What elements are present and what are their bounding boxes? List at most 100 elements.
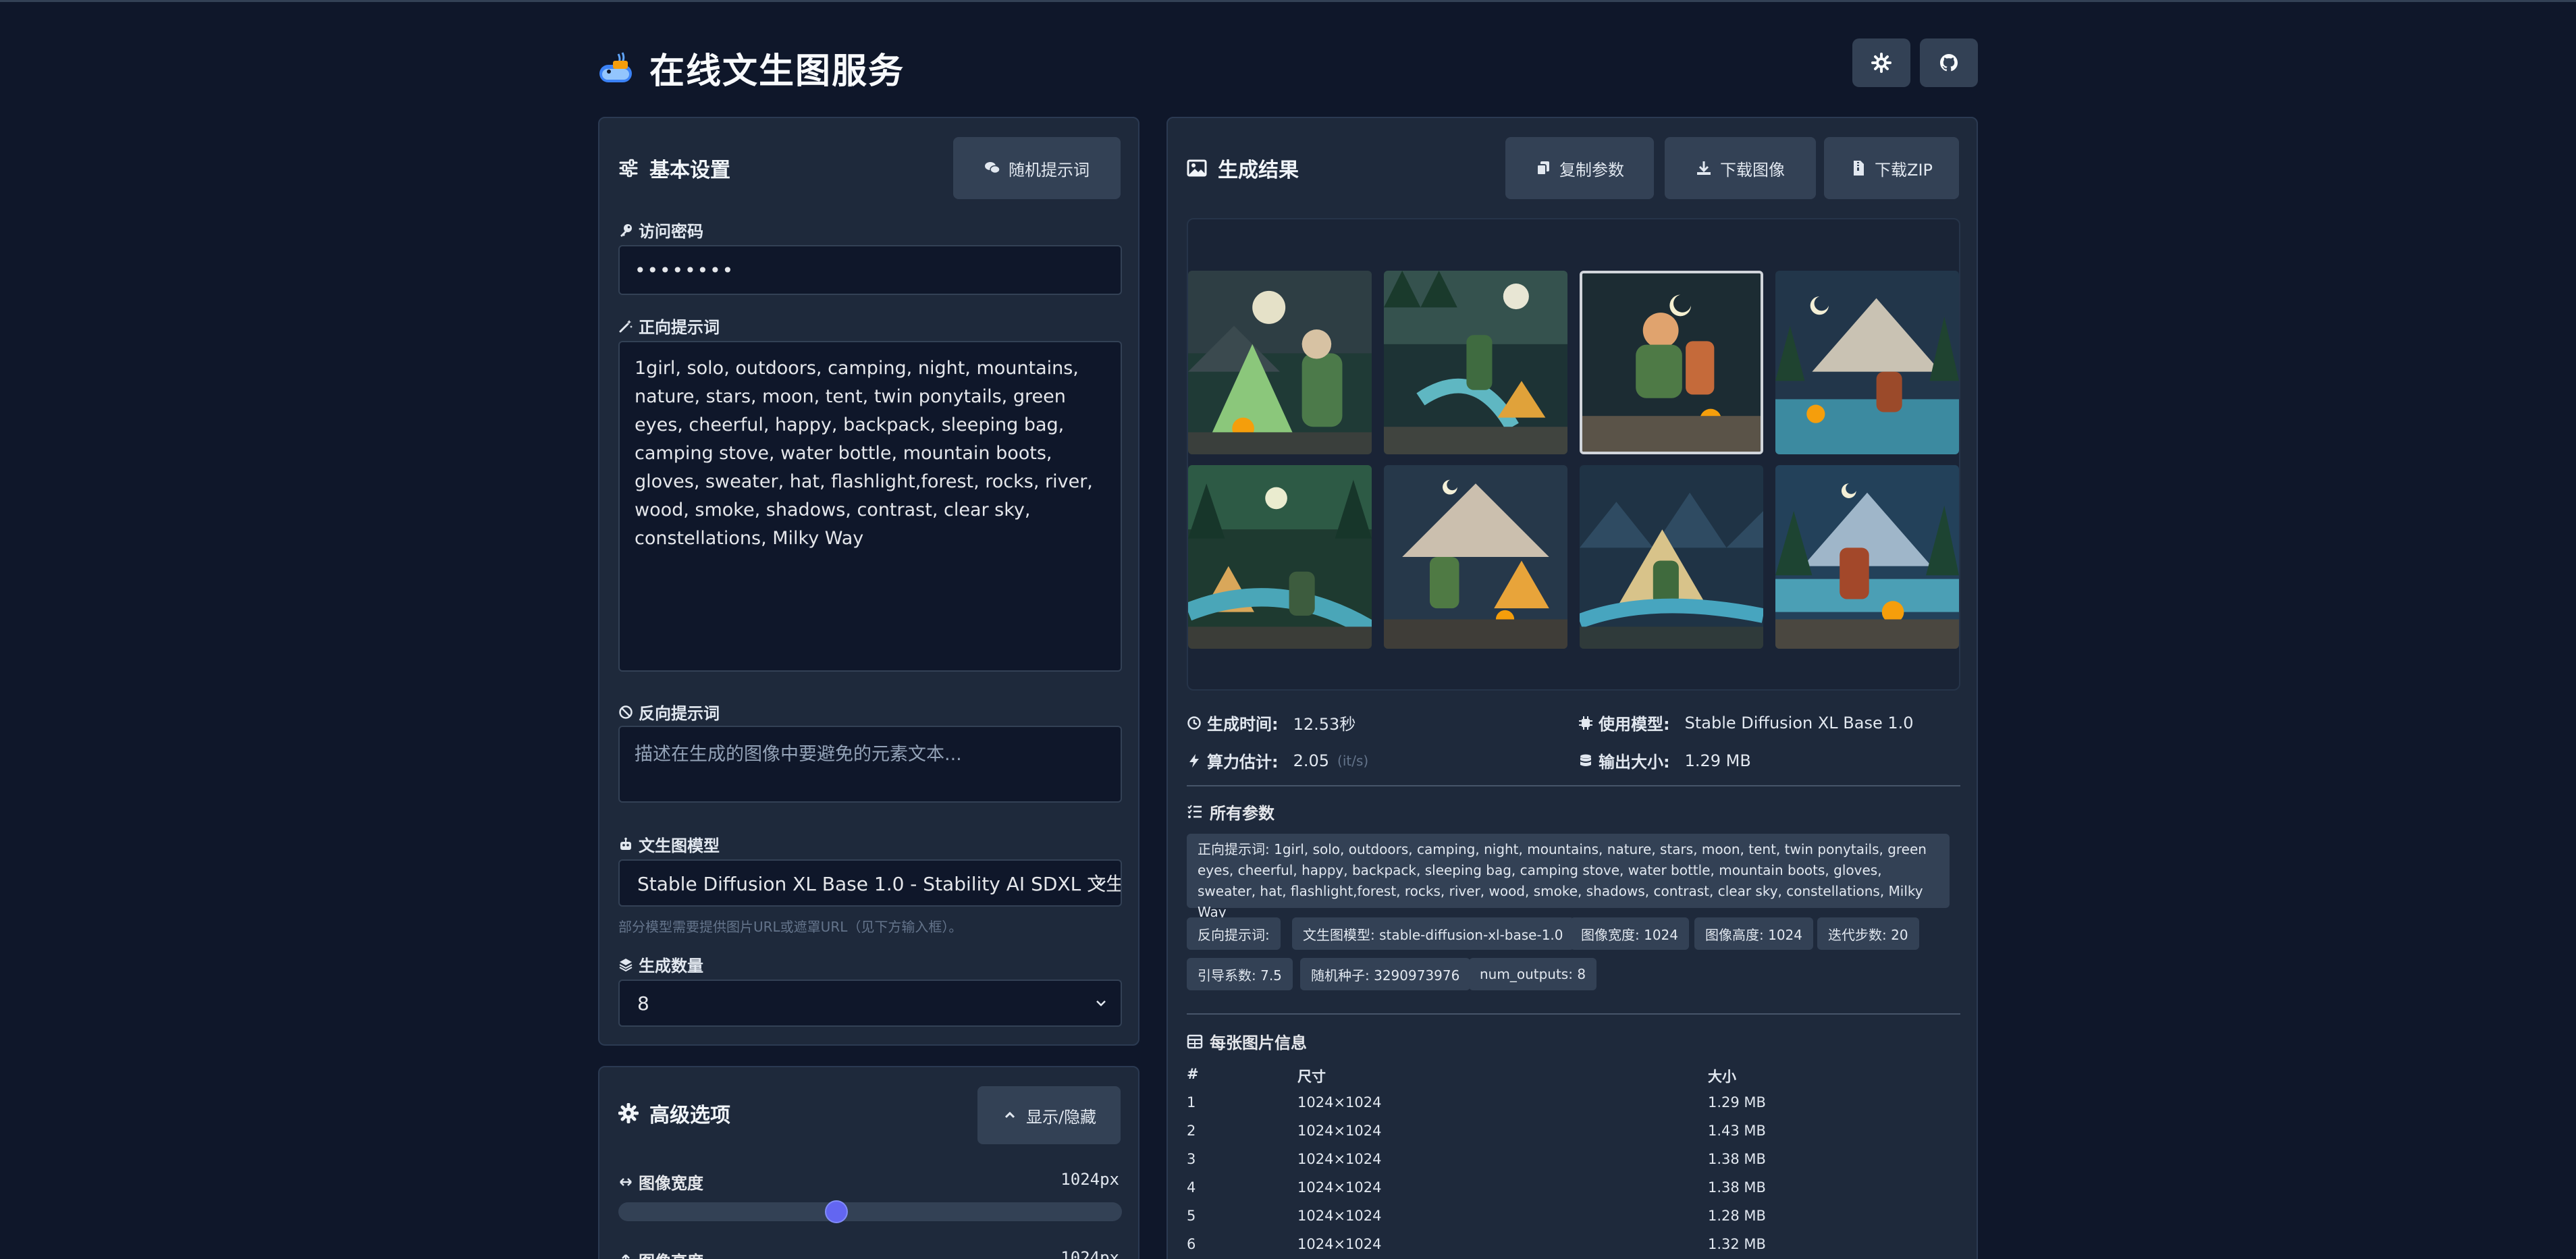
table-cell: 1.29 MB	[1708, 1094, 1766, 1110]
gallery-image-5[interactable]	[1188, 465, 1372, 649]
advanced-options-title: 高级选项	[649, 1104, 730, 1127]
basic-settings-header: 基本设置	[618, 153, 730, 183]
gallery-image-1[interactable]	[1188, 271, 1372, 454]
brand: 在线文生图服务	[598, 43, 905, 93]
table-cell: 1024×1024	[1297, 1208, 1382, 1224]
param-chip: 迭代步数: 20	[1817, 917, 1919, 950]
table-cell: 6	[1187, 1236, 1196, 1252]
gallery-image-2[interactable]	[1384, 271, 1567, 454]
clock-icon	[1187, 716, 1201, 730]
model-select[interactable]: Stable Diffusion XL Base 1.0 - Stability…	[618, 859, 1122, 907]
param-chip: 文生图模型: stable-diffusion-xl-base-1.0	[1292, 917, 1574, 950]
random-prompt-label: 随机提示词	[1009, 160, 1090, 180]
camp-scene-image	[1582, 273, 1761, 452]
positive-prompt-textarea[interactable]: 1girl, solo, outdoors, camping, night, m…	[618, 341, 1122, 672]
stat-model-key: 使用模型:	[1578, 711, 1670, 734]
download-zip-button[interactable]: 下载ZIP	[1824, 137, 1959, 199]
random-prompt-button[interactable]: 随机提示词	[953, 137, 1121, 199]
table-cell: 3	[1187, 1151, 1196, 1167]
database-icon	[1580, 754, 1591, 766]
app-title: 在线文生图服务	[649, 51, 905, 92]
ban-icon	[619, 705, 633, 719]
download-icon	[1697, 161, 1711, 175]
copy-icon	[1536, 161, 1549, 176]
magic-wand-icon	[619, 319, 633, 332]
gallery-image-7[interactable]	[1580, 465, 1763, 649]
table-cell: 1.32 MB	[1708, 1236, 1766, 1252]
chat-bubbles-icon	[985, 162, 1000, 174]
table-cell: 1024×1024	[1297, 1151, 1382, 1167]
password-input[interactable]: ••••••••	[618, 245, 1122, 295]
chip-icon	[1579, 716, 1592, 730]
table-header-dimensions: 尺寸	[1297, 1069, 1326, 1085]
param-chip: 图像宽度: 1024	[1570, 917, 1689, 950]
arrows-horizontal-icon	[620, 1177, 632, 1186]
negative-prompt-label: 反向提示词	[618, 700, 720, 724]
camp-scene-image	[1188, 271, 1372, 454]
table-cell: 1024×1024	[1297, 1123, 1382, 1139]
gallery-image-8[interactable]	[1775, 465, 1959, 649]
count-label-text: 生成数量	[639, 957, 703, 975]
height-label-text: 图像高度	[639, 1248, 703, 1259]
divider	[1187, 785, 1960, 786]
github-button[interactable]	[1920, 38, 1978, 87]
negative-prompt-textarea[interactable]: 描述在生成的图像中要避免的元素文本...	[618, 726, 1122, 803]
per-image-title: 每张图片信息	[1210, 1034, 1307, 1052]
stat-power-value: 2.05	[1293, 751, 1330, 770]
image-gallery	[1187, 218, 1960, 691]
download-image-button[interactable]: 下载图像	[1665, 137, 1816, 199]
copy-params-label: 复制参数	[1559, 160, 1624, 180]
camp-scene-image	[1775, 271, 1959, 454]
theme-settings-button[interactable]	[1852, 38, 1910, 87]
download-zip-label: 下载ZIP	[1875, 160, 1933, 180]
camp-scene-image	[1775, 465, 1959, 649]
gallery-image-6[interactable]	[1384, 465, 1567, 649]
width-label-text: 图像宽度	[639, 1174, 703, 1193]
stat-power-key: 算力估计:	[1187, 749, 1279, 772]
count-select[interactable]: 8	[618, 980, 1122, 1027]
width-value: 1024px	[1061, 1170, 1119, 1189]
stat-size-key: 输出大小:	[1578, 749, 1670, 772]
gear-icon	[1871, 53, 1891, 73]
table-cell: 1024×1024	[1297, 1236, 1382, 1252]
table-cell: 1.43 MB	[1708, 1123, 1766, 1139]
key-icon	[620, 223, 632, 237]
stat-time: 生成时间: 12.53秒	[1187, 711, 1356, 734]
params-positive-prompt: 正向提示词: 1girl, solo, outdoors, camping, n…	[1187, 834, 1950, 920]
stat-power-unit: (it/s)	[1337, 752, 1369, 769]
param-chip: 图像高度: 1024	[1694, 917, 1813, 950]
copy-params-button[interactable]: 复制参数	[1505, 137, 1654, 199]
chevron-down-icon	[1096, 880, 1106, 886]
table-cell: 1024×1024	[1297, 1094, 1382, 1110]
positive-prompt-label: 正向提示词	[618, 314, 720, 338]
layers-icon	[619, 958, 633, 971]
result-title: 生成结果	[1218, 159, 1299, 182]
result-panel: 生成结果 复制参数 下载图像 下载ZIP 生成时间: 12.53秒 使用模型: …	[1166, 117, 1978, 1259]
password-label-text: 访问密码	[639, 222, 703, 241]
toggle-advanced-button[interactable]: 显示/隐藏	[977, 1086, 1121, 1144]
param-chip: 反向提示词:	[1187, 917, 1281, 950]
width-slider-thumb[interactable]	[825, 1200, 849, 1223]
table-header-index: #	[1187, 1066, 1199, 1082]
gallery-image-3[interactable]	[1580, 271, 1763, 454]
width-slider[interactable]	[618, 1200, 1122, 1223]
gallery-image-4[interactable]	[1775, 271, 1959, 454]
camp-scene-image	[1188, 465, 1372, 649]
model-label: 文生图模型	[618, 832, 720, 856]
width-label: 图像宽度	[618, 1170, 703, 1194]
table-icon	[1187, 1034, 1203, 1048]
height-value: 1024px	[1061, 1248, 1119, 1259]
toggle-advanced-label: 显示/隐藏	[1025, 1107, 1097, 1127]
table-cell: 2	[1187, 1123, 1196, 1139]
count-select-value: 8	[637, 992, 649, 1015]
cog-icon	[618, 1103, 639, 1123]
table-cell: 1024×1024	[1297, 1179, 1382, 1196]
stat-model: 使用模型: Stable Diffusion XL Base 1.0	[1578, 711, 1914, 734]
bolt-icon	[1189, 753, 1199, 768]
per-image-header: 每张图片信息	[1187, 1029, 1307, 1053]
all-params-title: 所有参数	[1210, 804, 1274, 823]
page: 在线文生图服务 基本设置 随机提示词 访问密码 •••••••• 正向提示词 1…	[0, 2, 2576, 1259]
negative-prompt-label-text: 反向提示词	[639, 704, 720, 723]
stat-time-value: 12.53秒	[1293, 715, 1356, 734]
camp-scene-image	[1384, 465, 1567, 649]
